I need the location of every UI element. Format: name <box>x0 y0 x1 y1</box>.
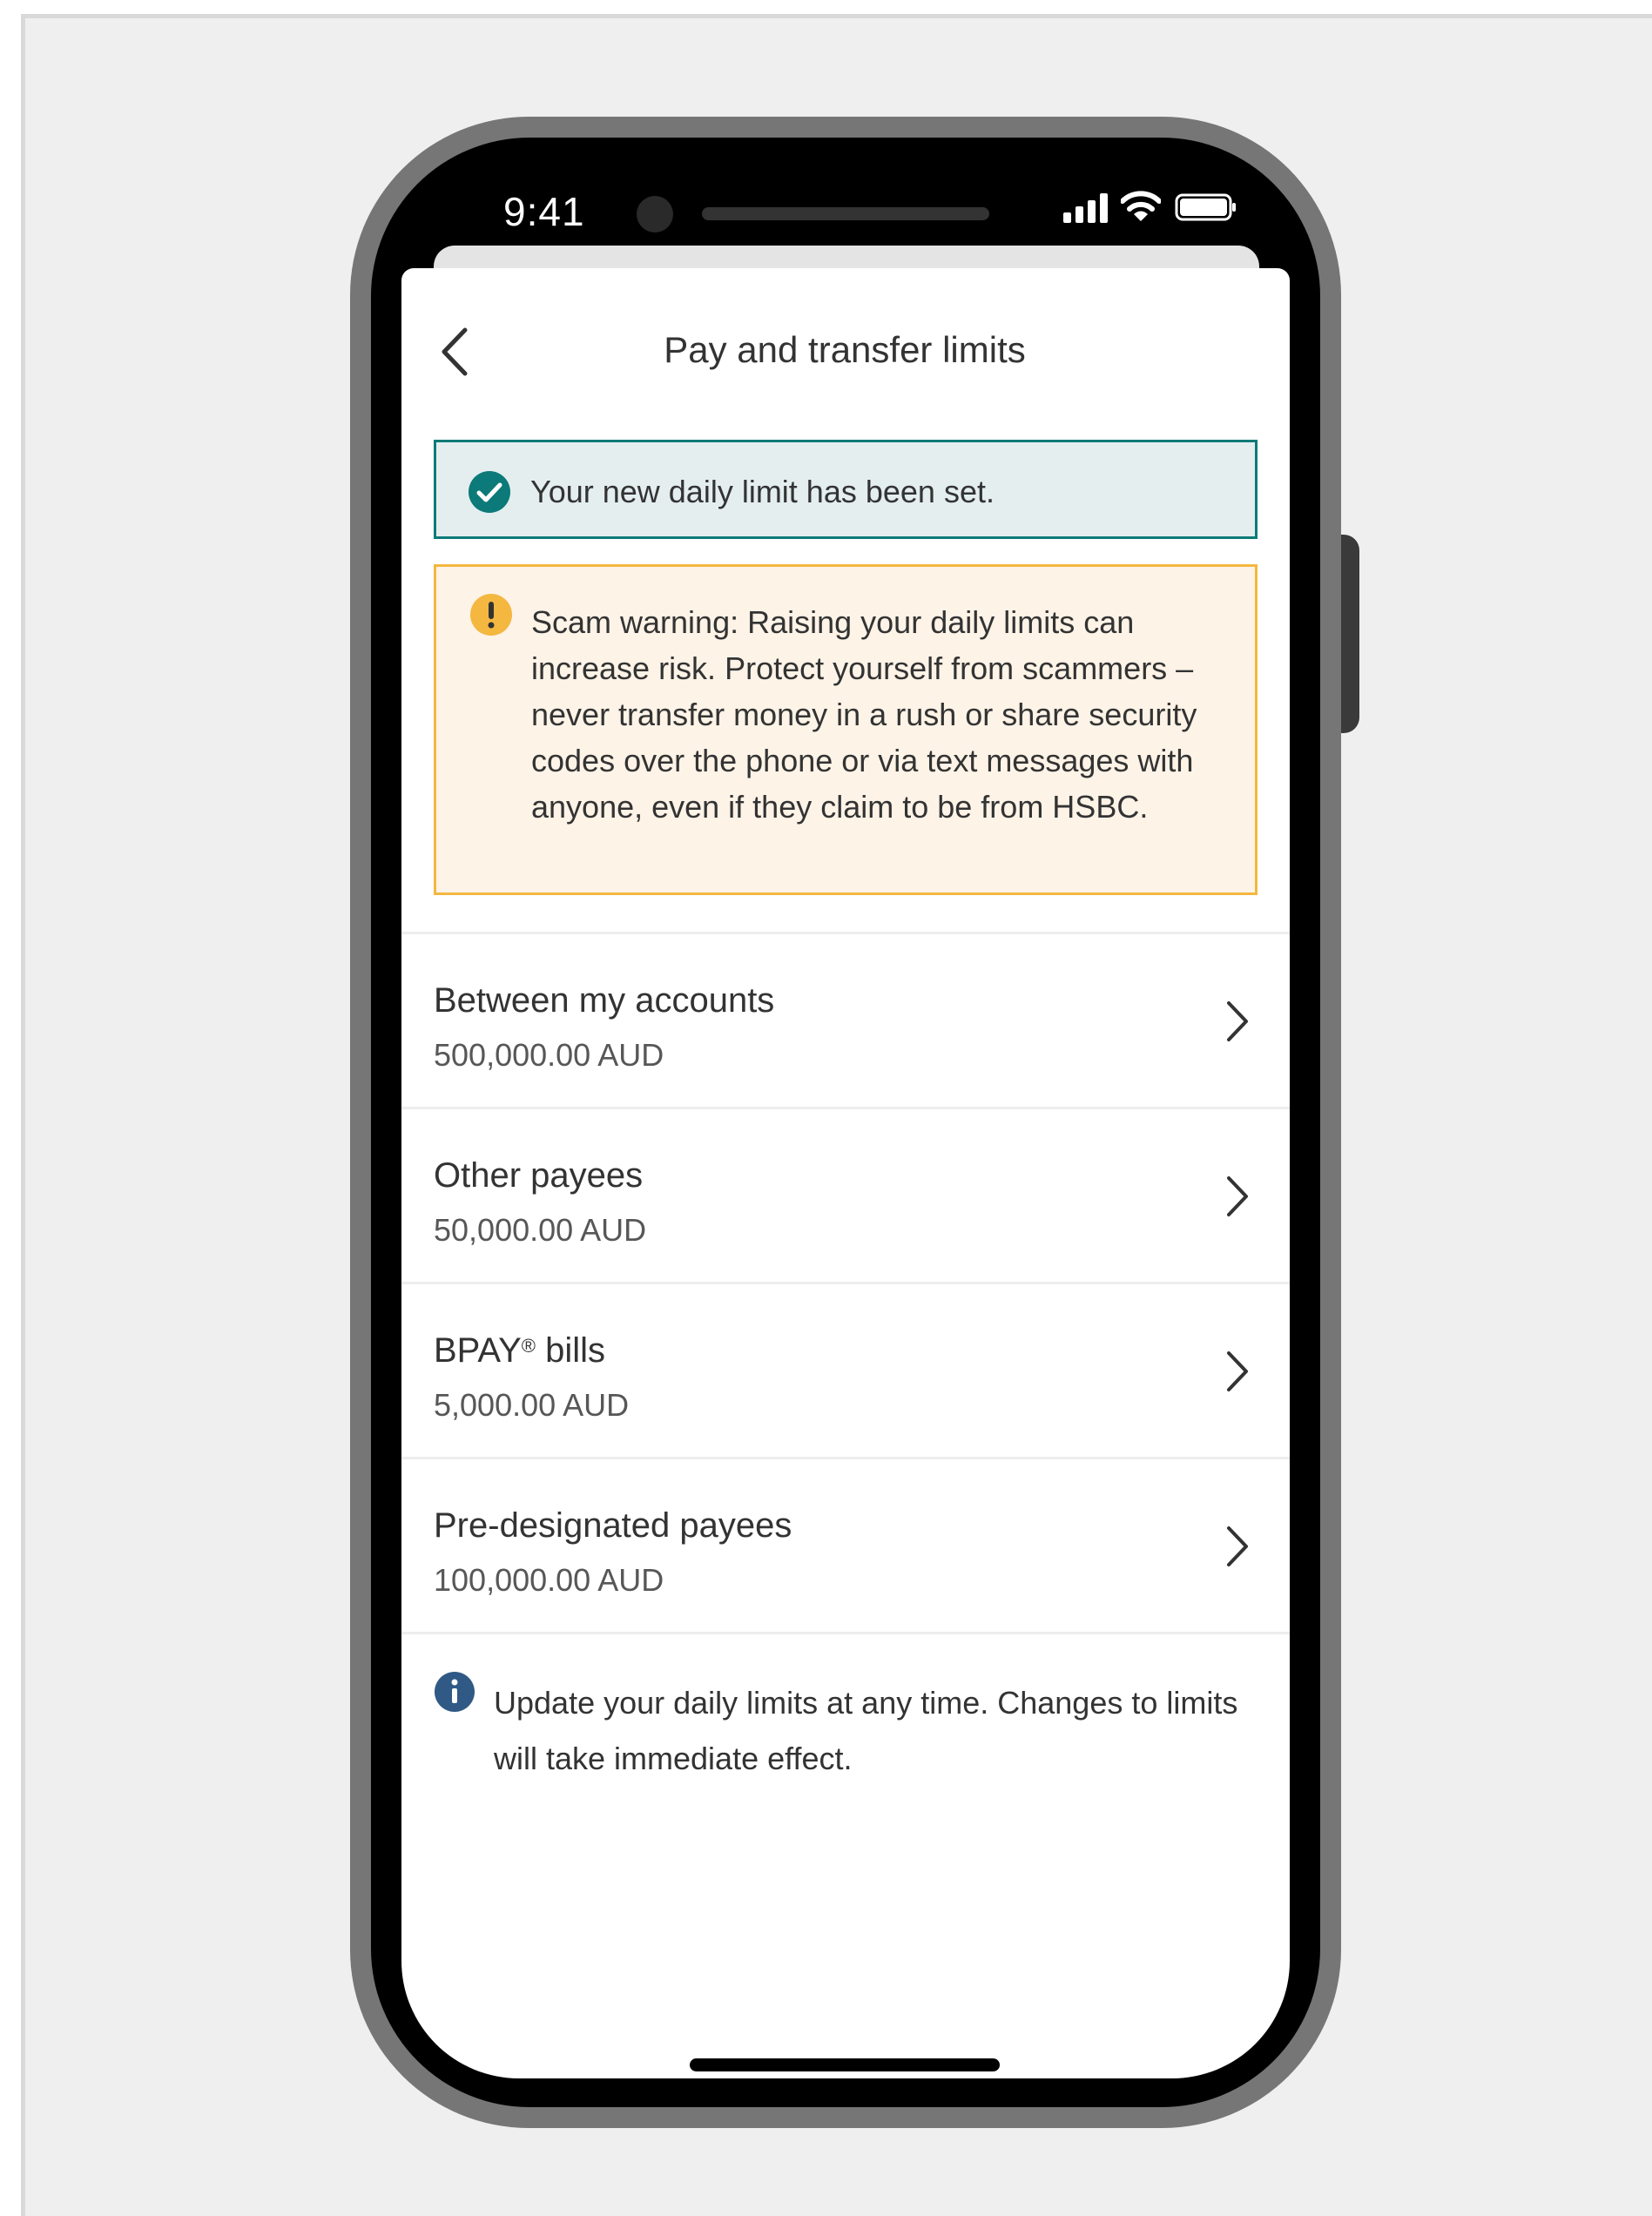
scam-warning-message: Scam warning: Raising your daily limits … <box>531 604 1197 825</box>
page-title: Pay and transfer limits <box>664 329 1026 370</box>
limit-value: 500,000.00 AUD <box>434 1037 664 1073</box>
back-button-icon[interactable] <box>434 325 479 379</box>
limit-row-between-my-accounts[interactable]: Between my accounts 500,000.00 AUD <box>401 934 1290 1107</box>
earpiece-speaker <box>702 207 989 220</box>
front-camera <box>637 196 673 232</box>
limit-row-pre-designated-payees[interactable]: Pre-designated payees 100,000.00 AUD <box>401 1459 1290 1632</box>
limit-value: 100,000.00 AUD <box>434 1562 664 1598</box>
limit-label: Pre-designated payees <box>434 1506 792 1545</box>
success-message: Your new daily limit has been set. <box>530 474 995 509</box>
limit-value: 50,000.00 AUD <box>434 1212 647 1248</box>
info-circle-icon <box>435 1672 475 1712</box>
limit-label: BPAY® bills <box>434 1331 605 1371</box>
check-circle-icon <box>469 471 510 513</box>
section-divider <box>401 1632 1290 1634</box>
chevron-right-icon <box>1227 1176 1248 1216</box>
chevron-right-icon <box>1227 1001 1248 1041</box>
limit-row-other-payees[interactable]: Other payees 50,000.00 AUD <box>401 1109 1290 1282</box>
limit-label-suffix: bills <box>536 1331 606 1370</box>
limit-row-bpay-bills[interactable]: BPAY® bills 5,000.00 AUD <box>401 1284 1290 1457</box>
success-banner: Your new daily limit has been set. <box>434 440 1258 539</box>
home-indicator[interactable] <box>690 2058 1000 2071</box>
chevron-right-icon <box>1227 1526 1248 1566</box>
limit-value: 5,000.00 AUD <box>434 1387 630 1423</box>
exclamation-circle-icon <box>470 594 512 636</box>
registered-mark: ® <box>521 1335 536 1357</box>
limit-label: Between my accounts <box>434 981 775 1020</box>
info-note-message: Update your daily limits at any time. Ch… <box>494 1685 1238 1776</box>
status-bar-time: 9:41 <box>503 189 585 234</box>
wifi-icon <box>1121 191 1161 221</box>
scam-warning-box: Scam warning: Raising your daily limits … <box>434 564 1258 895</box>
limit-label: Other payees <box>434 1156 644 1195</box>
battery-icon <box>1175 193 1236 221</box>
cellular-signal-icon <box>1063 193 1108 223</box>
chevron-right-icon <box>1227 1351 1248 1391</box>
limit-label-brand: BPAY <box>434 1331 522 1370</box>
